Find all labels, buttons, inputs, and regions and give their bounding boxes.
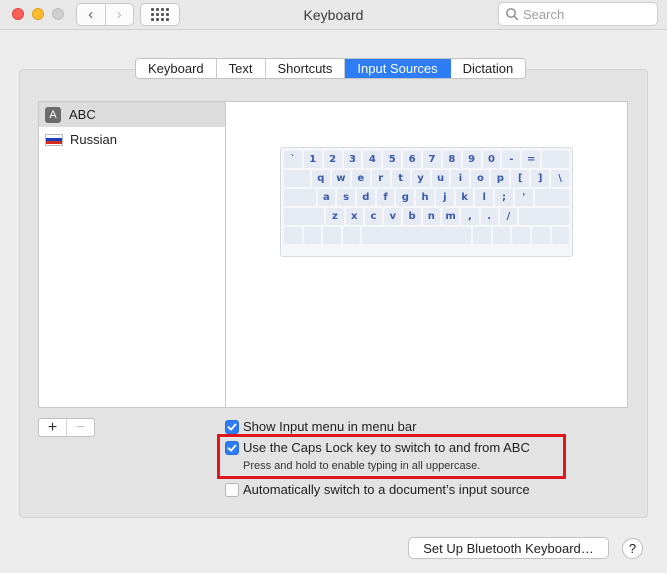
key: o [471, 170, 490, 187]
key: [ [511, 170, 530, 187]
key-caps-lock [284, 189, 316, 206]
key: n [422, 208, 440, 225]
key: t [391, 170, 410, 187]
remove-input-source-button[interactable]: − [66, 419, 94, 436]
tab-shortcuts[interactable]: Shortcuts [265, 59, 346, 78]
key-control [303, 227, 322, 244]
auto-switch-option[interactable]: Automatically switch to a document’s inp… [225, 482, 530, 497]
tab-keyboard[interactable]: Keyboard [136, 59, 217, 78]
key: ] [531, 170, 550, 187]
key: w [331, 170, 350, 187]
key-command [342, 227, 361, 244]
auto-switch-label: Automatically switch to a document’s inp… [243, 482, 530, 497]
key: 2 [323, 151, 342, 168]
key-arrow-updown [531, 227, 550, 244]
list-item-label: Russian [70, 132, 117, 147]
search-input[interactable] [523, 6, 653, 22]
key: 7 [423, 151, 441, 168]
russian-flag-icon [45, 133, 63, 146]
key: e [351, 170, 370, 187]
keyboard-row-4: z x c v b n m , . / [284, 208, 570, 225]
tab-dictation[interactable]: Dictation [450, 59, 526, 78]
list-item-russian[interactable]: Russian [39, 127, 225, 152]
key: f [376, 189, 395, 206]
search-field[interactable] [498, 2, 658, 26]
key: j [435, 189, 454, 206]
key: , [461, 208, 479, 225]
key: y [411, 170, 430, 187]
key: u [431, 170, 450, 187]
key: r [371, 170, 390, 187]
key: c [364, 208, 383, 225]
key: s [337, 189, 355, 206]
key-right-shift [519, 208, 570, 225]
key-arrow-right [551, 227, 570, 244]
key: . [480, 208, 498, 225]
key: 0 [482, 151, 501, 168]
auto-switch-checkbox[interactable] [225, 482, 239, 497]
key: = [522, 151, 541, 168]
key: 4 [363, 151, 382, 168]
search-icon [506, 8, 519, 21]
key: i [451, 170, 470, 187]
key: 3 [343, 151, 362, 168]
key-delete [542, 151, 569, 168]
key: 9 [462, 151, 481, 168]
set-up-bluetooth-keyboard-button[interactable]: Set Up Bluetooth Keyboard… [408, 537, 609, 559]
key: / [499, 208, 518, 225]
keyboard-row-5 [284, 227, 570, 244]
key: l [475, 189, 494, 206]
key: h [416, 189, 434, 206]
tab-bar: Keyboard Text Shortcuts Input Sources Di… [135, 58, 527, 79]
key: z [326, 208, 344, 225]
tab-input-sources[interactable]: Input Sources [345, 59, 451, 78]
show-input-menu-option[interactable]: Show Input menu in menu bar [225, 419, 416, 434]
checkmark-icon [227, 423, 237, 430]
key: k [455, 189, 474, 206]
add-input-source-button[interactable]: + [39, 419, 66, 436]
key: ; [495, 189, 513, 206]
key: v [384, 208, 402, 225]
key-return [534, 189, 570, 206]
title-bar: ‹ › Keyboard [0, 0, 667, 30]
list-item-label: ABC [69, 107, 96, 122]
key: m [442, 208, 460, 225]
list-item-abc[interactable]: A ABC [39, 102, 225, 127]
keyboard-row-1: ` 1 2 3 4 5 6 7 8 9 0 - = [284, 151, 569, 168]
help-button[interactable]: ? [622, 538, 643, 559]
key: 6 [403, 151, 422, 168]
key: d [356, 189, 375, 206]
key: 8 [442, 151, 461, 168]
key: b [403, 208, 421, 225]
keyboard-row-2: q w e r t y u i o p [ ] \ [284, 170, 570, 187]
key-left-shift [284, 208, 325, 225]
key: g [396, 189, 415, 206]
key: a [317, 189, 336, 206]
key: q [311, 170, 330, 187]
key-fn [284, 227, 302, 244]
key: 5 [383, 151, 402, 168]
show-input-menu-label: Show Input menu in menu bar [243, 419, 417, 434]
key: ' [514, 189, 533, 206]
highlight-box [217, 434, 566, 479]
key-arrow-left [512, 227, 530, 244]
key: \ [551, 170, 570, 187]
show-input-menu-checkbox[interactable] [225, 419, 239, 434]
key: - [502, 151, 521, 168]
key-command [473, 227, 491, 244]
keyboard-row-3: a s d f g h j k l ; ' [284, 189, 570, 206]
keyboard-layout-preview: ` 1 2 3 4 5 6 7 8 9 0 - = q w e r t y u … [280, 147, 573, 257]
list-controls: + − [38, 418, 95, 437]
key-tab [284, 170, 310, 187]
abc-letter-icon: A [45, 106, 61, 123]
input-source-list[interactable]: A ABC Russian [38, 101, 226, 408]
key-option [492, 227, 511, 244]
key-space [362, 227, 472, 244]
key: x [345, 208, 363, 225]
key-option [323, 227, 341, 244]
key: p [491, 170, 510, 187]
tab-text[interactable]: Text [216, 59, 266, 78]
key: 1 [303, 151, 322, 168]
key: ` [284, 151, 302, 168]
